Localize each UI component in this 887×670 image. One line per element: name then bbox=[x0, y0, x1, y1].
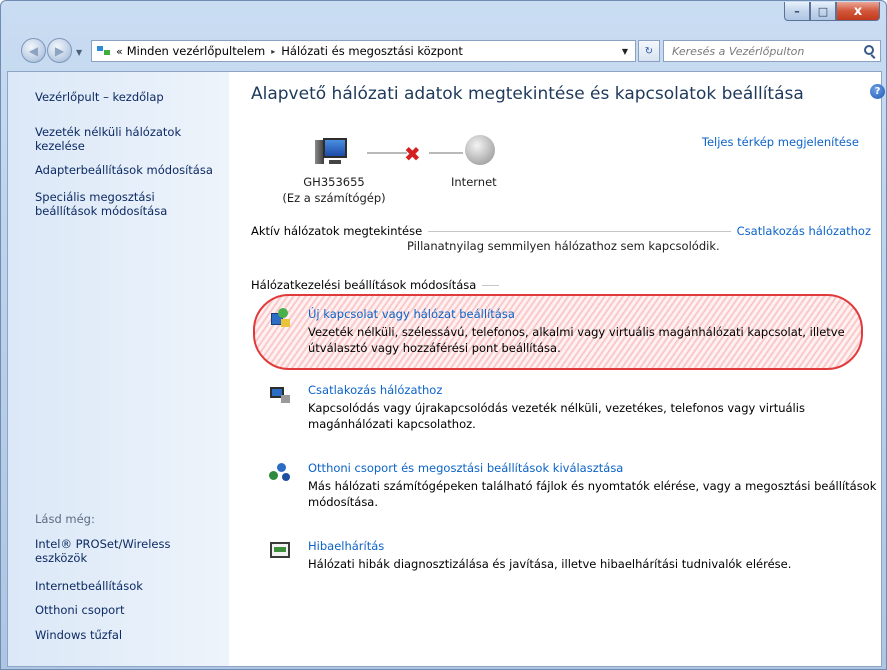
see-full-map-link[interactable]: Teljes térkép megjelenítése bbox=[702, 135, 859, 149]
task-link-new-connection[interactable]: Új kapcsolat vagy hálózat beállítása bbox=[308, 307, 515, 321]
troubleshoot-icon[interactable] bbox=[269, 539, 291, 561]
see-also-heading: Lásd még: bbox=[35, 512, 95, 526]
task-desc-troubleshoot: Hálózati hibák diagnosztizálása és javít… bbox=[308, 557, 792, 571]
section-divider bbox=[482, 284, 499, 286]
change-settings-label: Hálózatkezelési beállítások módosítása bbox=[251, 278, 477, 292]
computer-icon[interactable] bbox=[315, 136, 349, 166]
task-troubleshoot: Hibaelhárítás Hálózati hibák diagnosztiz… bbox=[269, 539, 874, 577]
task-link-homegroup[interactable]: Otthoni csoport és megosztási beállításo… bbox=[308, 461, 623, 475]
task-desc-connect-network: Kapcsolódás vagy újrakapcsolódás vezeték… bbox=[308, 401, 805, 431]
connection-line-left bbox=[367, 152, 407, 154]
breadcrumb-separator-icon[interactable]: ▸ bbox=[271, 47, 275, 56]
see-also-link-internet-options[interactable]: Internetbeállítások bbox=[35, 579, 220, 593]
see-also-link-homegroup[interactable]: Otthoni csoport bbox=[35, 603, 220, 617]
see-also-link-windows-firewall[interactable]: Windows tűzfal bbox=[35, 628, 220, 642]
title-bar[interactable]: – □ x bbox=[1, 1, 886, 31]
connect-to-network-link[interactable]: Csatlakozás hálózathoz bbox=[731, 224, 871, 238]
address-dropdown-icon[interactable]: ▼ bbox=[617, 41, 633, 61]
task-link-connect-network[interactable]: Csatlakozás hálózathoz bbox=[308, 383, 442, 397]
forward-button[interactable]: ▶ bbox=[47, 38, 72, 63]
task-connect-network: Csatlakozás hálózathoz Kapcsolódás vagy … bbox=[269, 383, 874, 435]
new-connection-icon[interactable] bbox=[269, 307, 291, 329]
navigation-bar: ◀ ▶ ▼ « Minden vezérlőpultelem ▸ Hálózat… bbox=[1, 35, 886, 65]
see-also-link-intel-proset[interactable]: Intel® PROSet/Wireless eszközök bbox=[35, 537, 175, 565]
search-input[interactable] bbox=[664, 41, 854, 61]
section-divider bbox=[428, 230, 731, 232]
breadcrumb-all-items[interactable]: Minden vezérlőpultelem bbox=[127, 44, 266, 58]
minimize-button[interactable]: – bbox=[784, 2, 810, 21]
connection-line-right bbox=[429, 152, 463, 154]
task-desc-new-connection: Vezeték nélküli, szélessávú, telefonos, … bbox=[308, 325, 845, 355]
task-new-connection: Új kapcsolat vagy hálózat beállítása Vez… bbox=[269, 307, 874, 359]
connection-status-text: Pillanatnyilag semmilyen hálózathoz sem … bbox=[407, 239, 720, 253]
computer-name: GH353655 bbox=[303, 175, 365, 189]
sidebar: Vezérlőpult – kezdőlap Vezeték nélküli h… bbox=[8, 72, 229, 666]
arrow-left-icon: ◀ bbox=[28, 43, 39, 58]
refresh-icon: ↻ bbox=[644, 45, 654, 57]
sidebar-link-advanced-sharing[interactable]: Speciális megosztási beállítások módosít… bbox=[35, 190, 185, 218]
maximize-button[interactable]: □ bbox=[810, 2, 836, 21]
disconnected-x-icon[interactable]: ✖ bbox=[404, 142, 421, 166]
caption-buttons: – □ x bbox=[784, 2, 880, 21]
computer-subtitle: (Ez a számítógép) bbox=[282, 191, 386, 205]
refresh-button[interactable]: ↻ bbox=[638, 40, 660, 62]
back-button[interactable]: ◀ bbox=[21, 38, 46, 63]
breadcrumb-network-center[interactable]: Hálózati és megosztási központ bbox=[281, 44, 463, 58]
content-area: Vezérlőpult – kezdőlap Vezeték nélküli h… bbox=[7, 71, 885, 667]
active-networks-header: Aktív hálózatok megtekintése Csatlakozás… bbox=[251, 224, 871, 238]
control-panel-icon bbox=[96, 44, 112, 58]
internet-label: Internet bbox=[451, 175, 497, 189]
close-button[interactable]: x bbox=[836, 2, 880, 21]
task-desc-homegroup: Más hálózati számítógépeken található fá… bbox=[308, 479, 877, 509]
address-bar[interactable]: « Minden vezérlőpultelem ▸ Hálózati és m… bbox=[91, 40, 636, 62]
main-panel: ? Alapvető hálózati adatok megtekintése … bbox=[229, 72, 885, 666]
search-icon[interactable] bbox=[864, 45, 874, 55]
homegroup-icon[interactable] bbox=[269, 461, 291, 483]
sidebar-link-adapter-settings[interactable]: Adapterbeállítások módosítása bbox=[35, 163, 220, 177]
active-networks-label: Aktív hálózatok megtekintése bbox=[251, 224, 423, 238]
help-icon[interactable]: ? bbox=[870, 84, 885, 99]
window-frame: – □ x ◀ ▶ ▼ « Minden vezérlőpultelem ▸ H… bbox=[0, 0, 887, 670]
page-title: Alapvető hálózati adatok megtekintése és… bbox=[251, 84, 804, 104]
arrow-right-icon: ▶ bbox=[54, 43, 65, 58]
connect-network-icon[interactable] bbox=[269, 383, 291, 405]
change-settings-header: Hálózatkezelési beállítások módosítása bbox=[251, 278, 499, 292]
internet-globe-icon[interactable] bbox=[465, 135, 495, 165]
sidebar-link-manage-wireless[interactable]: Vezeték nélküli hálózatok kezelése bbox=[35, 125, 185, 153]
task-link-troubleshoot[interactable]: Hibaelhárítás bbox=[308, 539, 384, 553]
task-homegroup: Otthoni csoport és megosztási beállításo… bbox=[269, 461, 876, 513]
sidebar-link-control-panel-home[interactable]: Vezérlőpult – kezdőlap bbox=[35, 90, 220, 104]
address-overflow-chevron[interactable]: « bbox=[116, 45, 123, 58]
search-box[interactable] bbox=[663, 40, 881, 62]
recent-pages-dropdown[interactable]: ▼ bbox=[76, 48, 82, 57]
